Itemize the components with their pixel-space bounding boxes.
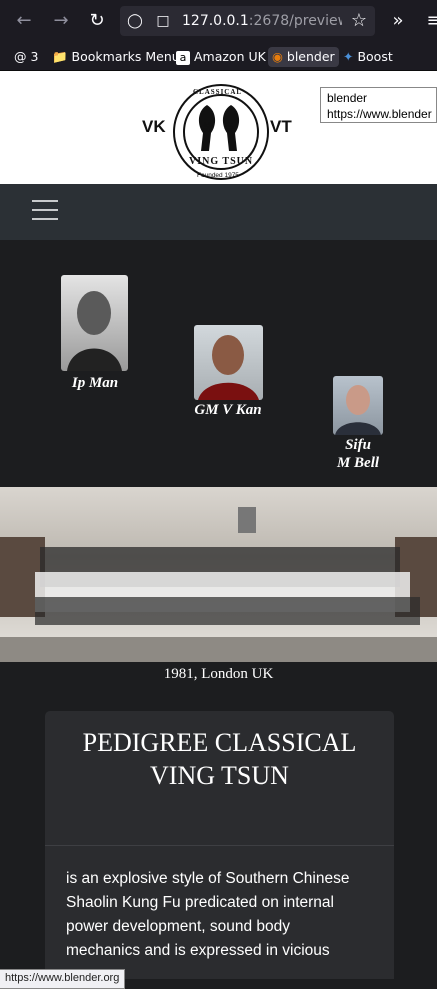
lineage-name-line-1: Sifu	[345, 437, 371, 453]
lineage-name-sifu-m-bell: Sifu M Bell	[308, 436, 408, 472]
page-icon: □	[156, 13, 170, 29]
portrait-ip-man	[61, 275, 128, 371]
shield-icon[interactable]: ◯	[124, 10, 146, 32]
founded-text: Founded 1975	[197, 172, 239, 179]
menu-icon[interactable]: ≡	[423, 10, 437, 32]
threads-icon: @	[14, 49, 31, 64]
portrait-sifu-m-bell	[333, 376, 383, 435]
site-navbar	[0, 184, 437, 240]
lineage-name-line-2: M Bell	[336, 455, 380, 471]
url-text[interactable]: 127.0.0.1:2678/preview/ap	[182, 13, 342, 29]
bookmark-star-icon[interactable]: ☆	[348, 10, 370, 32]
lineage-name-ip-man: Ip Man	[71, 375, 119, 391]
portrait-gm-v-kan	[194, 325, 263, 400]
back-icon[interactable]: ←	[13, 10, 35, 32]
logo-ring-top: CLASSICAL	[193, 88, 243, 96]
bookmark-threads[interactable]: @ 3	[14, 47, 38, 67]
pedigree-card-title: PEDIGREE CLASSICAL VING TSUN	[82, 728, 357, 790]
lineage-name-gm-v-kan: GM V Kan	[194, 402, 262, 418]
boost-icon: ✦	[343, 49, 358, 64]
tooltip-title: blender	[327, 91, 368, 105]
pedigree-card-body: is an explosive style of Southern Chines…	[66, 870, 350, 959]
logo-char-right: 春	[224, 123, 235, 134]
hamburger-menu-icon[interactable]	[32, 200, 58, 224]
folder-icon: 📁	[52, 49, 72, 64]
bookmark-menu[interactable]: 📁 Bookmarks Menu	[52, 47, 180, 67]
logo-right-text: VT	[270, 117, 292, 136]
blender-icon: ◉	[272, 49, 287, 64]
overflow-chevron-icon[interactable]: »	[387, 10, 409, 32]
logo-ring-bottom: VING TSUN	[189, 156, 254, 167]
reload-icon[interactable]: ↻	[86, 10, 108, 32]
amazon-icon: a	[176, 51, 190, 65]
forward-icon[interactable]: →	[50, 10, 72, 32]
logo-char-left: 詠	[203, 123, 214, 134]
bookmark-tooltip: blender https://www.blender	[320, 87, 437, 123]
web-page: VK VT CLASSICAL VING TSUN 詠 春 Founded 19…	[0, 71, 437, 979]
bookmark-blender[interactable]: ◉ blender	[268, 47, 339, 67]
status-bar-url: https://www.blender.org	[0, 969, 126, 989]
bookmark-boost[interactable]: ✦ Boost	[343, 47, 393, 67]
group-photo	[0, 487, 437, 662]
fists-emblem-icon	[198, 105, 240, 151]
tooltip-url: https://www.blender	[327, 107, 432, 121]
bookmark-amazon[interactable]: a Amazon UK	[176, 47, 266, 67]
logo-left-text: VK	[142, 117, 166, 136]
group-photo-caption: 1981, London UK	[163, 666, 274, 682]
